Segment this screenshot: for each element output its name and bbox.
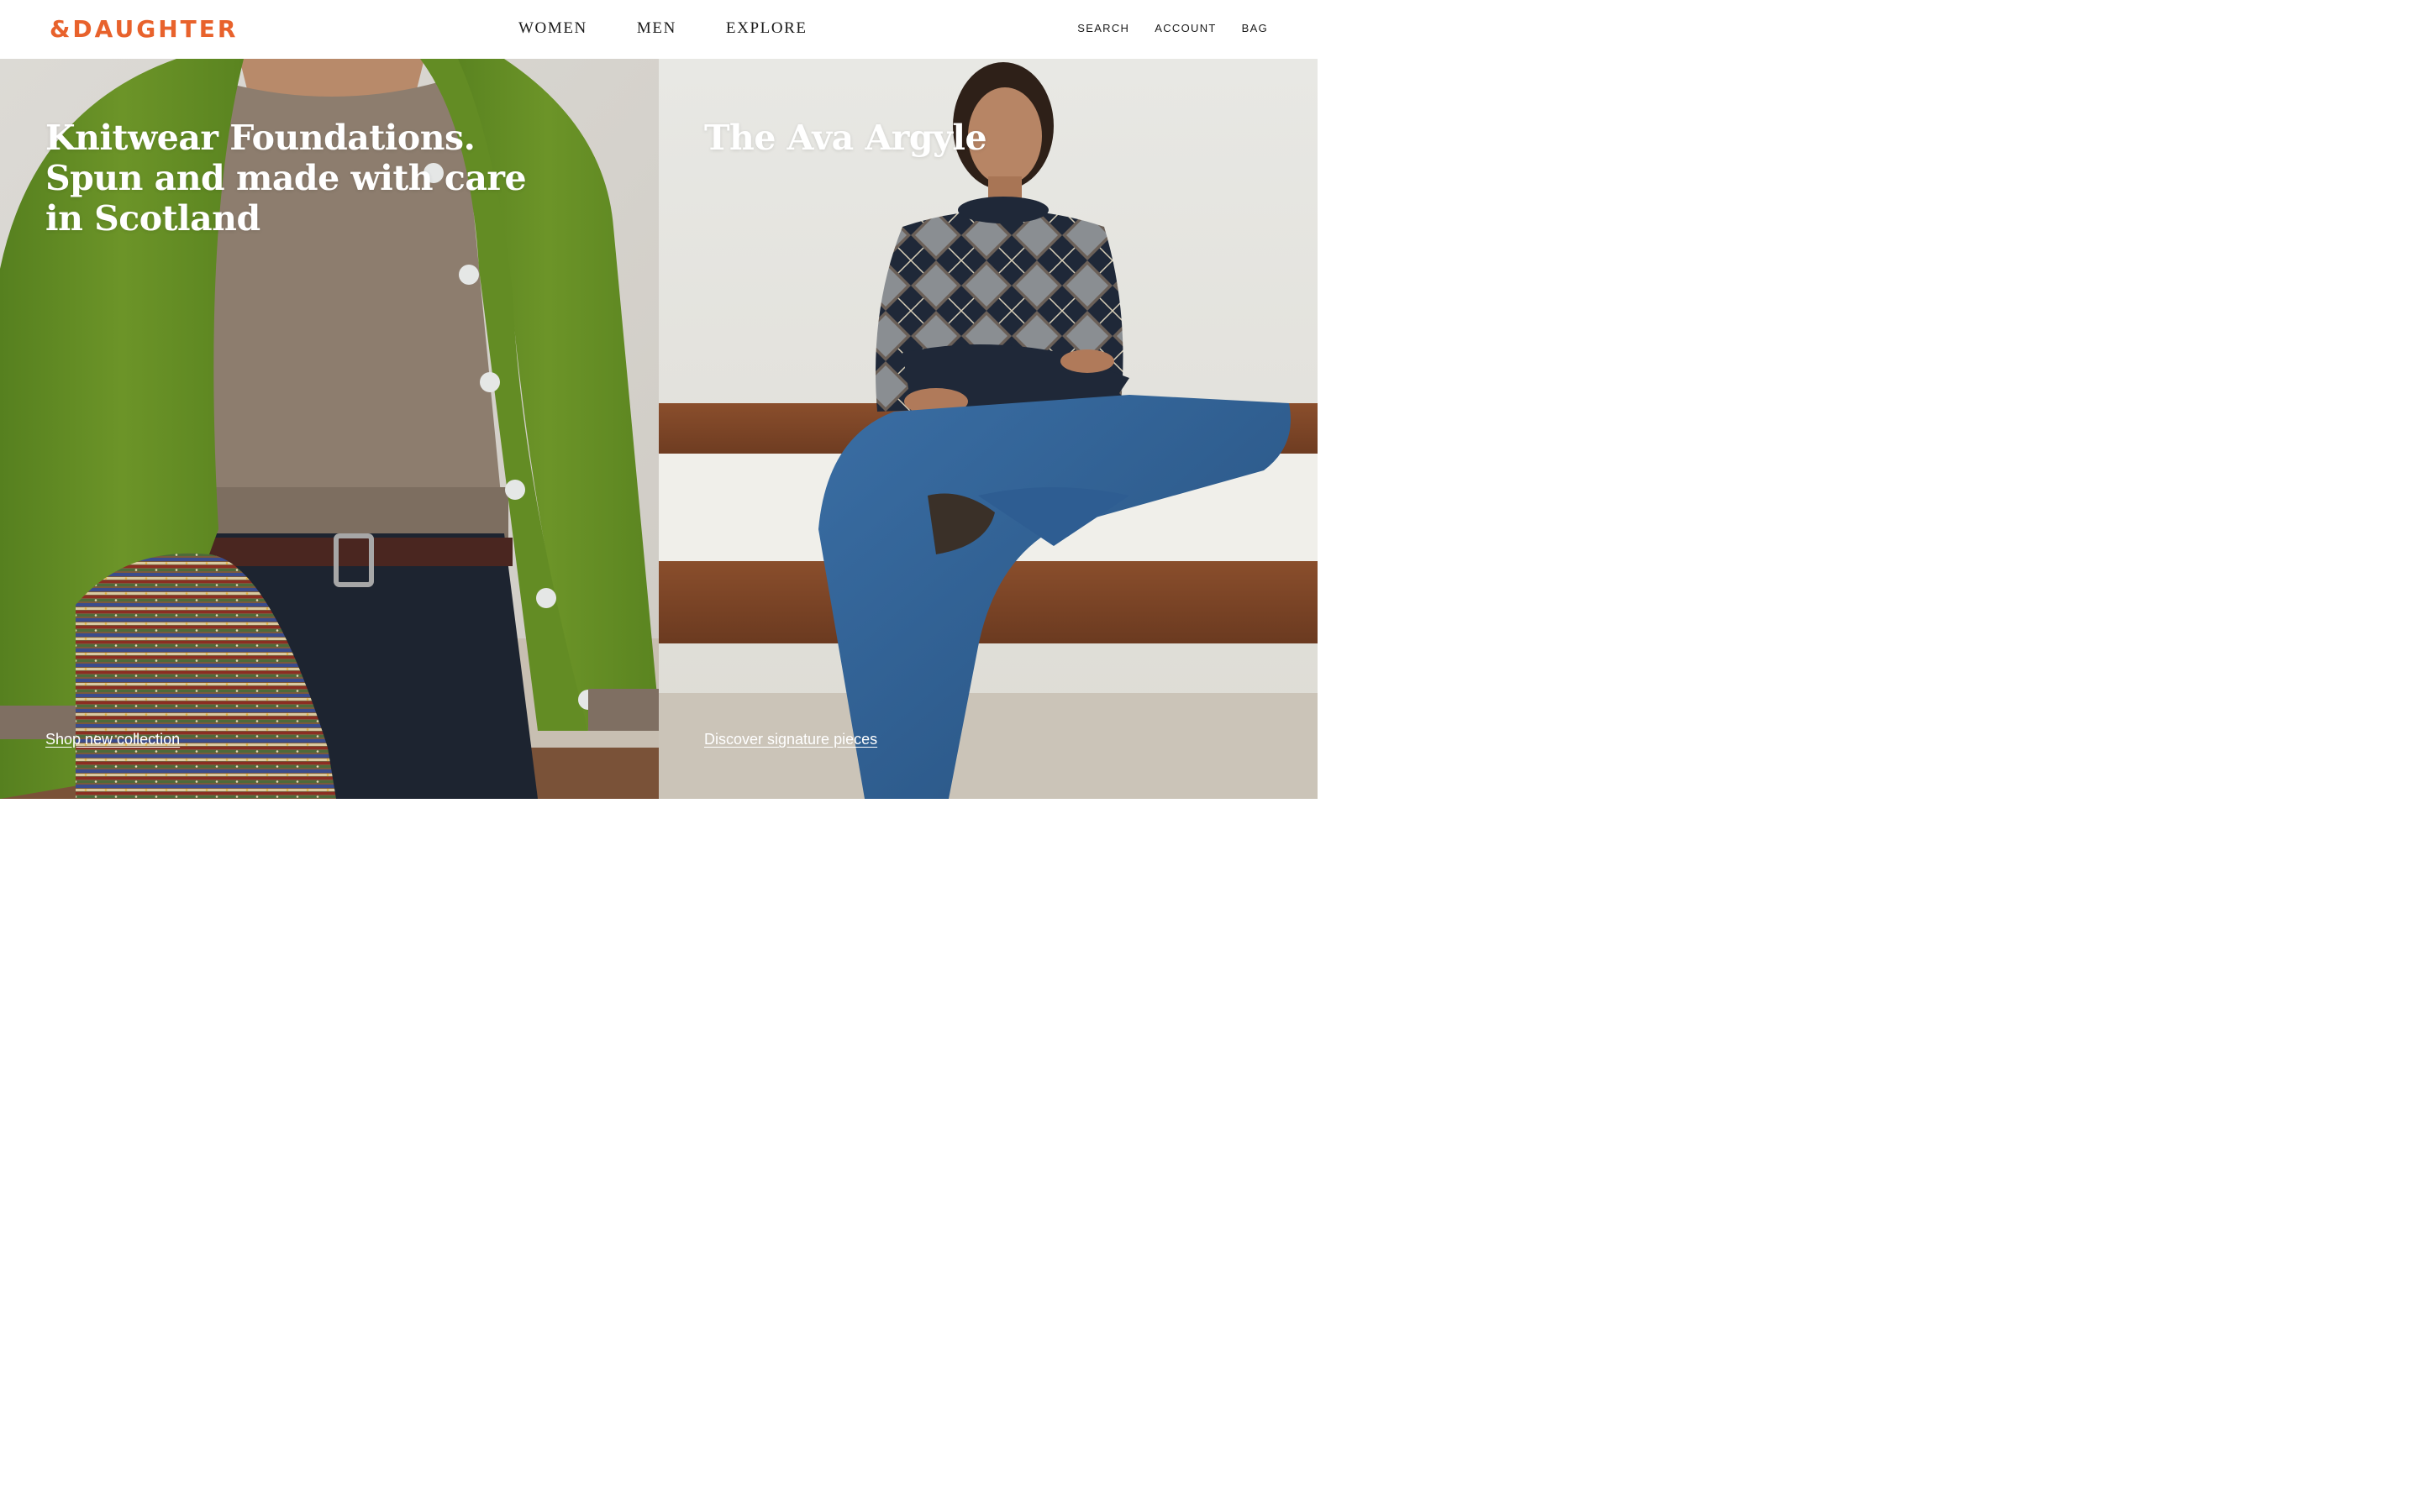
- bag-link[interactable]: BAG: [1242, 22, 1268, 35]
- knitwear-headline: Knitwear Foundations. Spun and made with…: [45, 118, 527, 239]
- argyle-photo: [659, 59, 1318, 799]
- brand-logo[interactable]: &DAUGHTER: [50, 14, 238, 45]
- utility-nav: SEARCH ACCOUNT BAG: [1077, 22, 1268, 35]
- hero-section: Knitwear Foundations. Spun and made with…: [0, 59, 1318, 799]
- nav-women-link[interactable]: WOMEN: [518, 18, 587, 39]
- nav-explore-link[interactable]: EXPLORE: [726, 18, 808, 39]
- argyle-headline: The Ava Argyle: [704, 118, 987, 158]
- hero-panel-argyle[interactable]: The Ava Argyle Discover signature pieces: [659, 59, 1318, 799]
- search-link[interactable]: SEARCH: [1077, 22, 1129, 35]
- hero-panel-knitwear[interactable]: Knitwear Foundations. Spun and made with…: [0, 59, 659, 799]
- main-nav: WOMEN MEN EXPLORE: [518, 18, 808, 39]
- discover-signature-pieces-link[interactable]: Discover signature pieces: [704, 731, 877, 748]
- account-link[interactable]: ACCOUNT: [1155, 22, 1216, 35]
- nav-men-link[interactable]: MEN: [637, 18, 676, 39]
- page-footer-strip: [0, 799, 1318, 823]
- shop-new-collection-link[interactable]: Shop new collection: [45, 731, 180, 748]
- site-header: &DAUGHTER WOMEN MEN EXPLORE SEARCH ACCOU…: [0, 0, 1318, 59]
